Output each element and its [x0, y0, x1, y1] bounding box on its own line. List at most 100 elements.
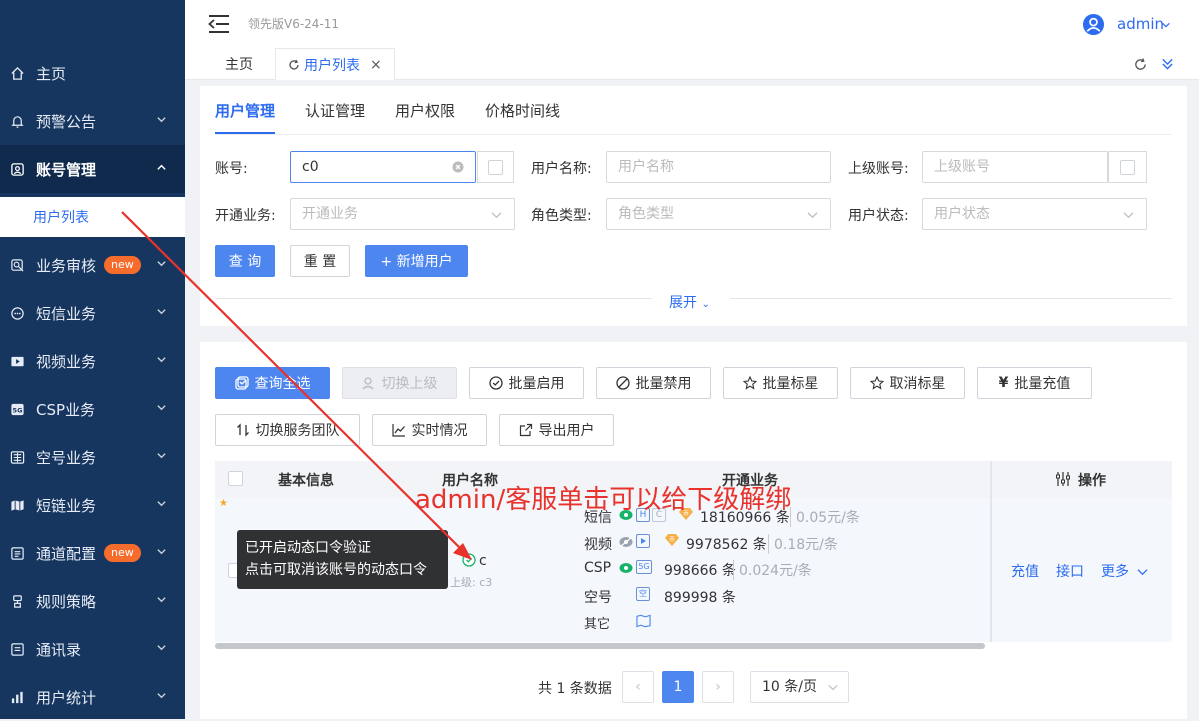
cancel-star-button[interactable]: 取消标星 — [850, 367, 965, 399]
column-header-basic: 基本信息 — [278, 473, 334, 489]
channel-icon — [9, 545, 25, 561]
sidebar-item-contacts[interactable]: 通讯录 — [0, 625, 185, 673]
chevron-down-icon — [156, 306, 167, 317]
refresh-icon[interactable] — [288, 59, 300, 71]
yen-icon: ¥ — [998, 375, 1009, 391]
switch-team-button[interactable]: 切换服务团队 — [215, 414, 360, 446]
menu-collapse-icon[interactable] — [208, 14, 230, 34]
sidebar-item-alerts[interactable]: 预警公告 — [0, 97, 185, 145]
close-icon[interactable]: × — [370, 57, 382, 73]
sidebar-item-empty-number[interactable]: 空号业务 — [0, 433, 185, 481]
parent-account-input[interactable]: 上级账号 — [922, 151, 1108, 183]
sidebar-item-label: 规则策略 — [36, 592, 97, 611]
avatar[interactable] — [1082, 13, 1105, 36]
clear-icon[interactable] — [452, 161, 464, 173]
sidebar-item-rules[interactable]: 规则策略 — [0, 577, 185, 625]
exact-match-checkbox[interactable] — [488, 160, 503, 175]
video-icon — [9, 353, 25, 369]
chevron-down-icon — [1161, 20, 1171, 30]
parent-option-box[interactable] — [1108, 151, 1147, 183]
svg-text:5G: 5G — [12, 406, 22, 414]
batch-disable-button[interactable]: 批量禁用 — [596, 367, 711, 399]
sidebar-item-label: 预警公告 — [36, 112, 97, 131]
divider — [730, 298, 1172, 299]
subtab-permissions[interactable]: 用户权限 — [395, 100, 455, 121]
sidebar-item-sms[interactable]: 短信业务 — [0, 289, 185, 337]
query-button[interactable]: 查 询 — [215, 245, 275, 277]
check-circle-icon — [488, 376, 503, 390]
button-label: 查询全选 — [254, 376, 311, 392]
tab-home[interactable]: 主页 — [213, 48, 265, 80]
sidebar-item-short-link[interactable]: 短链业务 — [0, 481, 185, 529]
role-select[interactable]: 角色类型 — [606, 198, 831, 230]
sidebar-item-business-audit[interactable]: 业务审核 new — [0, 241, 185, 289]
batch-star-button[interactable]: 批量标星 — [723, 367, 838, 399]
sidebar-item-csp[interactable]: 5G CSP业务 — [0, 385, 185, 433]
status-placeholder: 用户状态 — [934, 206, 990, 222]
chevron-down-icon — [156, 594, 167, 605]
column-settings-icon[interactable] — [1055, 471, 1071, 487]
map-tag-icon — [636, 614, 651, 628]
status-select[interactable]: 用户状态 — [922, 198, 1147, 230]
page-number-button[interactable]: 1 — [662, 671, 694, 703]
sidebar-item-label: 视频业务 — [36, 352, 97, 371]
sidebar-item-label: CSP业务 — [36, 400, 96, 419]
subtab-price-timeline[interactable]: 价格时间线 — [485, 100, 560, 121]
refresh-icon[interactable] — [1133, 57, 1148, 72]
parent-checkbox[interactable] — [1120, 160, 1135, 175]
sidebar-item-channel-config[interactable]: 通道配置 new — [0, 529, 185, 577]
subtab-certification[interactable]: 认证管理 — [305, 100, 365, 121]
username-input[interactable]: 用户名称 — [606, 151, 831, 183]
interface-link[interactable]: 接口 — [1056, 561, 1084, 581]
service-count: 998666 条 — [664, 563, 736, 579]
account-option-box[interactable] — [477, 151, 514, 183]
user-menu[interactable]: admin — [1117, 15, 1164, 33]
query-all-button[interactable]: 查询全选 — [215, 367, 330, 399]
add-user-button[interactable]: + 新增用户 — [365, 245, 468, 277]
batch-recharge-button[interactable]: ¥ 批量充值 — [977, 367, 1092, 399]
chevron-down-icon — [156, 546, 167, 557]
account-input[interactable]: c0 — [290, 151, 476, 183]
subtab-user-management[interactable]: 用户管理 — [215, 100, 275, 121]
sidebar-item-account-management[interactable]: 账号管理 — [0, 145, 185, 193]
export-users-button[interactable]: 导出用户 — [499, 414, 614, 446]
double-chevron-down-icon[interactable] — [1161, 57, 1174, 71]
button-label: 实时情况 — [411, 423, 468, 439]
video-tag-icon — [636, 534, 650, 548]
batch-enable-button[interactable]: 批量启用 — [469, 367, 584, 399]
expand-toggle[interactable]: 展开 ⌄ — [669, 292, 710, 312]
expand-label: 展开 — [669, 295, 697, 311]
empty-tag-icon: 空 — [636, 587, 650, 601]
prev-page-button[interactable]: ‹ — [622, 671, 654, 703]
contacts-icon — [9, 641, 25, 657]
more-dropdown[interactable]: 更多 — [1101, 561, 1129, 581]
svg-text:币: 币 — [669, 537, 675, 544]
sidebar-item-label: 主页 — [36, 64, 67, 83]
recharge-link[interactable]: 充值 — [1011, 561, 1039, 581]
horizontal-scrollbar[interactable] — [215, 643, 985, 649]
reset-button[interactable]: 重 置 — [290, 245, 350, 277]
chevron-down-icon — [491, 209, 502, 220]
sidebar-item-label: 用户列表 — [33, 210, 89, 226]
parent-account-label: 上级账号: — [848, 161, 909, 177]
5g-tag-icon: 5G — [636, 560, 652, 574]
page-size-select[interactable]: 10 条/页 — [750, 671, 849, 703]
stats-icon — [9, 689, 25, 705]
star-icon[interactable]: ★ — [219, 498, 228, 509]
dynamic-password-icon[interactable] — [462, 553, 476, 567]
top-header: 领先版V6-24-11 admin — [185, 0, 1199, 48]
tab-user-list[interactable]: 用户列表 × — [275, 48, 395, 80]
sidebar-item-home[interactable]: 主页 — [0, 49, 185, 97]
service-placeholder: 开通业务 — [302, 206, 358, 222]
select-all-checkbox[interactable] — [228, 471, 243, 486]
sidebar-item-video[interactable]: 视频业务 — [0, 337, 185, 385]
button-label: 切换上级 — [381, 376, 438, 392]
csp-icon: 5G — [9, 401, 25, 417]
sidebar-item-user-list[interactable]: 用户列表 — [0, 197, 185, 237]
realtime-button[interactable]: 实时情况 — [372, 414, 487, 446]
switch-parent-button[interactable]: 切换上级 — [342, 367, 457, 399]
empty-number-icon — [9, 449, 25, 465]
next-page-button[interactable]: › — [702, 671, 734, 703]
sidebar-item-user-stats[interactable]: 用户统计 — [0, 673, 185, 721]
service-select[interactable]: 开通业务 — [290, 198, 515, 230]
